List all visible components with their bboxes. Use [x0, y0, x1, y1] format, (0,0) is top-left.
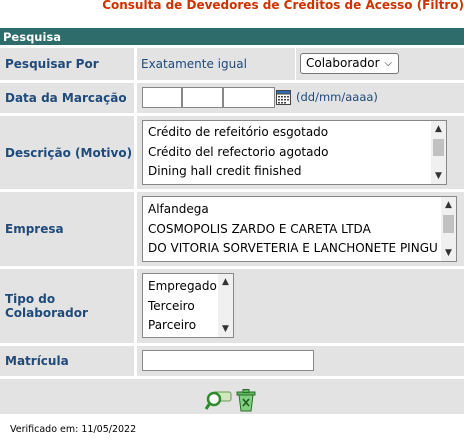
company-listbox[interactable]: Alfandega COSMOPOLIS ZARDO E CARETA LTDA…	[142, 196, 457, 262]
collaborator-type-label: Tipo do Colaborador	[0, 269, 134, 343]
scrollbar[interactable]: ▲ ▼	[441, 197, 456, 261]
page-title: Consulta de Devedores de Créditos de Ace…	[102, 0, 464, 12]
footer: Verificado em: 11/05/2022	[0, 414, 464, 444]
scroll-down-icon[interactable]: ▼	[441, 246, 456, 260]
date-label: Data da Marcação	[0, 83, 134, 113]
scroll-up-icon[interactable]: ▲	[431, 122, 446, 136]
search-icon[interactable]	[205, 390, 233, 412]
search-by-select[interactable]: Colaborador ⌵	[300, 53, 399, 74]
chevron-down-icon: ⌵	[384, 58, 392, 69]
collaborator-type-cell: Empregado Terceiro Parceiro ▲ ▼	[137, 269, 464, 343]
registration-cell	[137, 346, 464, 376]
scroll-up-icon[interactable]: ▲	[218, 275, 233, 289]
calendar-icon[interactable]	[276, 90, 291, 105]
list-item[interactable]: DO VITORIA SORVETERIA E LANCHONETE PINGU	[143, 239, 456, 259]
registration-input[interactable]	[142, 350, 314, 371]
scroll-up-icon[interactable]: ▲	[441, 198, 456, 212]
scroll-thumb[interactable]	[433, 139, 444, 156]
date-year-input[interactable]	[223, 87, 275, 108]
company-cell: Alfandega COSMOPOLIS ZARDO E CARETA LTDA…	[137, 192, 464, 266]
registration-label: Matrícula	[0, 346, 134, 376]
company-label: Empresa	[0, 192, 134, 266]
trash-icon[interactable]	[236, 389, 256, 412]
scroll-down-icon[interactable]: ▼	[431, 169, 446, 183]
verified-date: Verificado em: 11/05/2022	[10, 424, 137, 435]
list-item[interactable]: Alfandega	[143, 200, 456, 220]
date-month-input[interactable]	[182, 87, 223, 108]
list-item[interactable]: Dining hall credit finished	[143, 162, 446, 182]
scroll-thumb[interactable]	[443, 215, 454, 233]
collaborator-type-listbox[interactable]: Empregado Terceiro Parceiro ▲ ▼	[142, 273, 234, 338]
list-item[interactable]: COSMOPOLIS ZARDO E CARETA LTDA	[143, 220, 456, 240]
description-listbox[interactable]: Crédito de refeitório esgotado Crédito d…	[142, 120, 447, 185]
actions-row	[0, 379, 464, 414]
scroll-down-icon[interactable]: ▼	[218, 322, 233, 336]
search-mode: Exatamente igual	[137, 48, 295, 80]
list-item[interactable]: Crédito de refeitório esgotado	[143, 123, 446, 143]
search-by-cell: Colaborador ⌵	[296, 48, 464, 80]
list-item[interactable]: Crédito del refectorio agotado	[143, 143, 446, 163]
date-format-hint: (dd/mm/aaaa)	[296, 90, 378, 104]
date-day-input[interactable]	[142, 87, 182, 108]
scrollbar[interactable]: ▲ ▼	[218, 274, 233, 337]
description-cell: Crédito de refeitório esgotado Crédito d…	[137, 116, 464, 189]
date-cell: (dd/mm/aaaa)	[137, 83, 464, 113]
scrollbar[interactable]: ▲ ▼	[431, 121, 446, 184]
section-header: Pesquisa	[0, 28, 464, 45]
description-label: Descrição (Motivo)	[0, 116, 134, 189]
search-by-label: Pesquisar Por	[0, 48, 134, 80]
